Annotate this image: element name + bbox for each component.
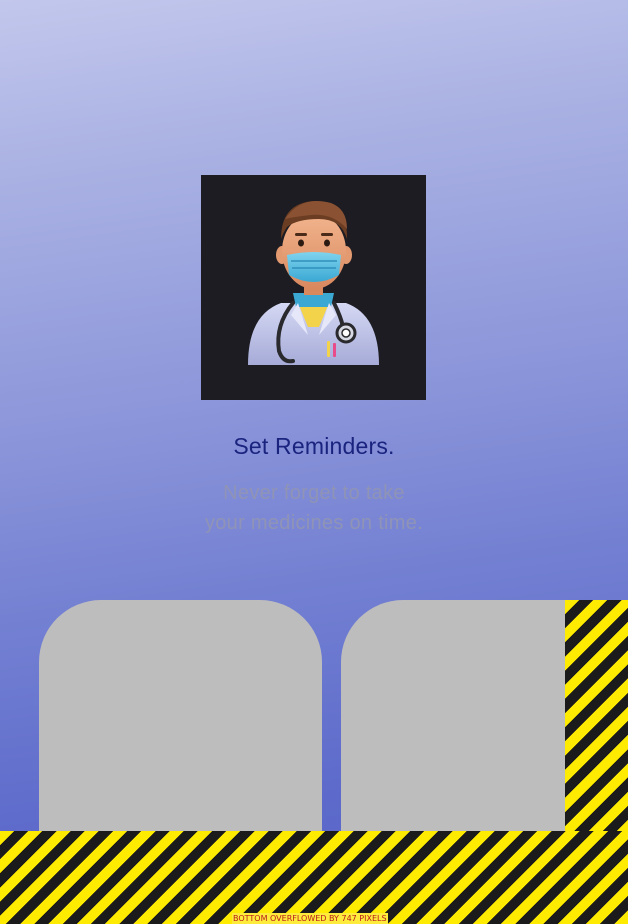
doctor-illustration <box>201 175 426 400</box>
subtitle-line-2: your medicines on time. <box>204 512 424 534</box>
doctor-avatar-icon <box>248 201 379 365</box>
overflow-warning-label: BOTTOM OVERFLOWED BY 747 PIXELS <box>232 913 388 924</box>
subtitle-line-1: Never forget to take <box>223 482 405 504</box>
onboarding-subtitle: Never forget to take your medicines on t… <box>0 478 628 538</box>
option-card-right[interactable] <box>341 600 581 840</box>
overflow-indicator-bottom <box>0 831 628 924</box>
option-card-left[interactable] <box>39 600 322 840</box>
onboarding-title: Set Reminders. <box>233 433 395 459</box>
